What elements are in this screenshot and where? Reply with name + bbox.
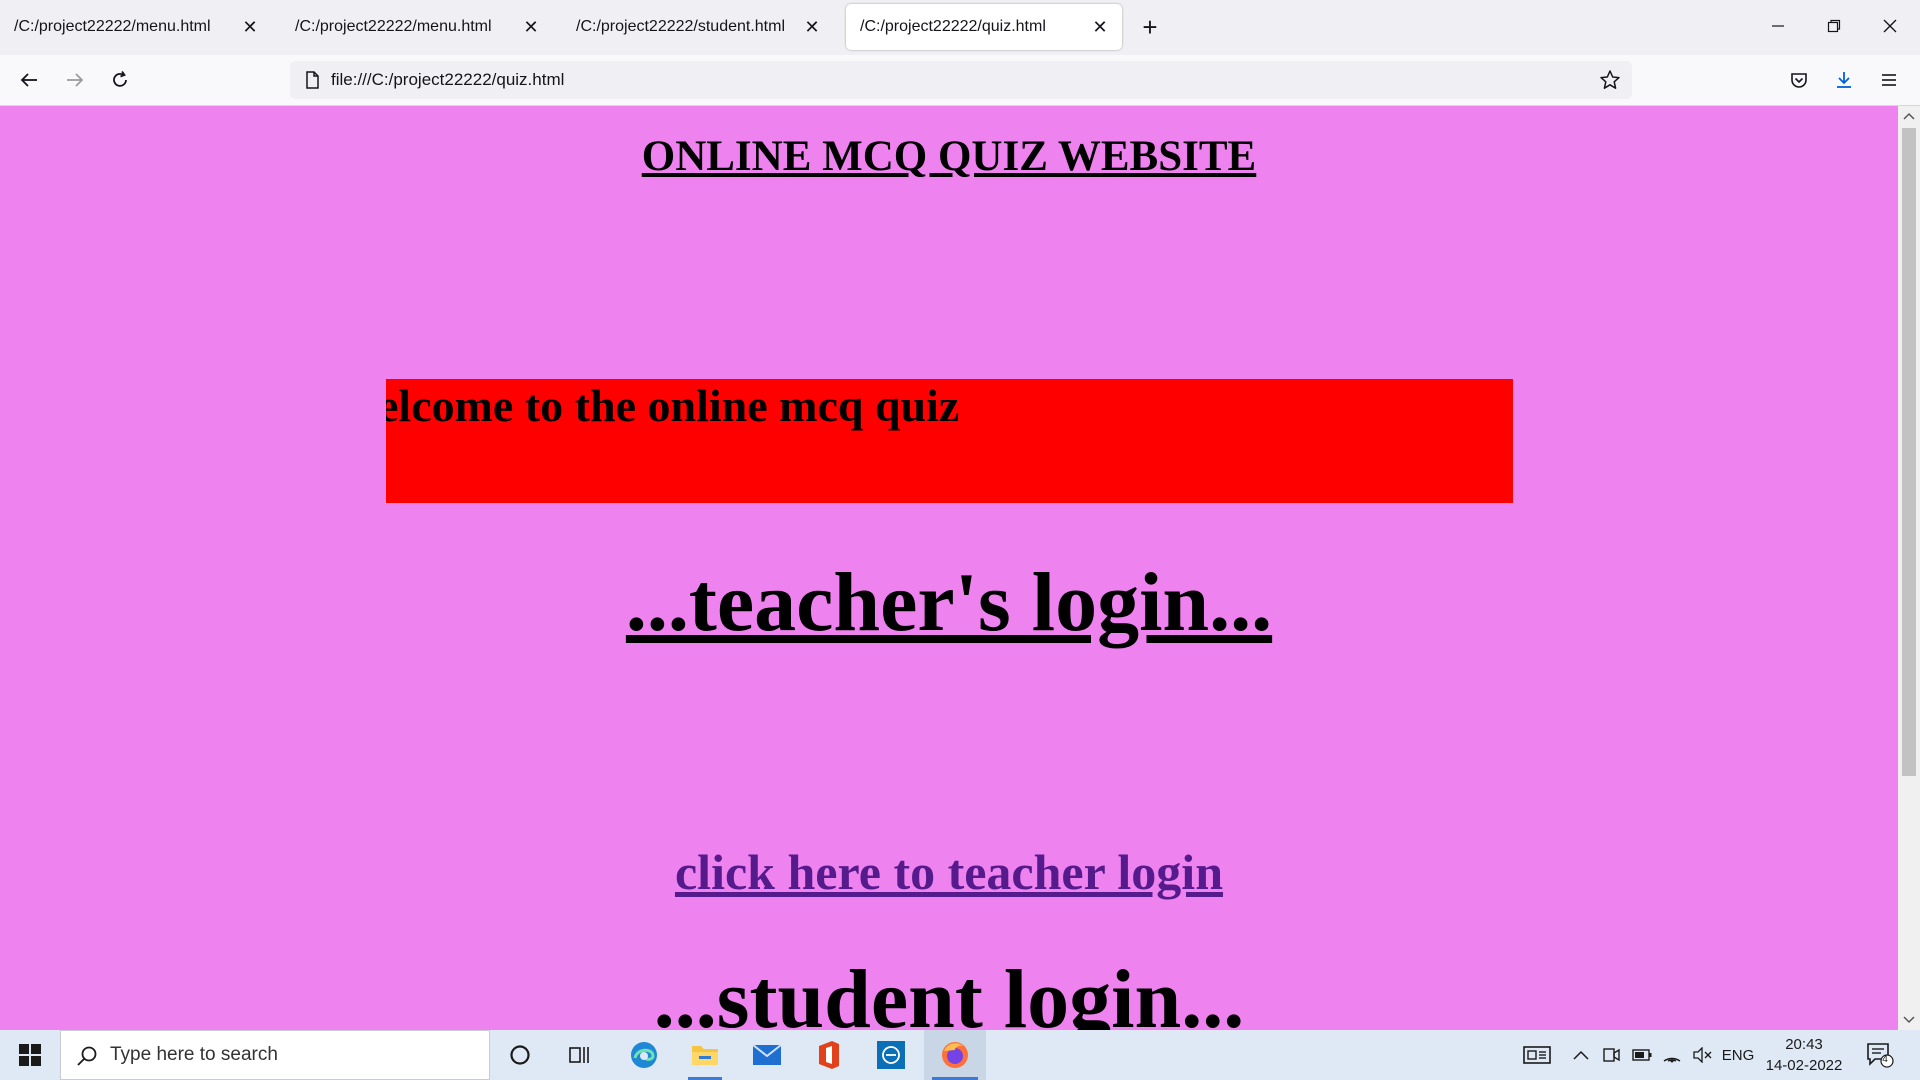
tab-title: /C:/project22222/menu.html xyxy=(295,18,492,35)
firefox-icon[interactable] xyxy=(924,1030,986,1080)
url-text[interactable]: file:///C:/project22222/quiz.html xyxy=(331,70,564,90)
scroll-up-icon[interactable] xyxy=(1898,106,1920,126)
page-viewport: ONLINE MCQ QUIZ WEBSITE elcome to the on… xyxy=(0,106,1898,1030)
cortana-icon[interactable] xyxy=(496,1030,544,1080)
taskbar-clock[interactable]: 20:43 14-02-2022 xyxy=(1764,1034,1844,1076)
restore-icon[interactable] xyxy=(1812,8,1856,44)
vertical-scrollbar[interactable] xyxy=(1898,106,1920,1030)
taskbar-search-input[interactable]: Type here to search xyxy=(60,1030,490,1080)
url-bar[interactable]: file:///C:/project22222/quiz.html xyxy=(290,61,1632,99)
menu-hamburger-icon[interactable] xyxy=(1872,63,1906,97)
navigation-bar: file:///C:/project22222/quiz.html xyxy=(0,55,1920,106)
search-icon xyxy=(77,1046,97,1066)
notification-center-icon[interactable]: 4 xyxy=(1860,1030,1900,1080)
tab-menu-2[interactable]: /C:/project22222/menu.html ✕ xyxy=(281,4,553,50)
close-icon[interactable]: ✕ xyxy=(238,15,262,39)
dell-app-icon[interactable] xyxy=(866,1030,916,1080)
tab-strip: /C:/project22222/menu.html ✕ /C:/project… xyxy=(0,0,1920,55)
input-language[interactable]: ENG xyxy=(1718,1030,1758,1080)
notification-count-badge: 4 xyxy=(1882,1054,1888,1065)
show-hidden-icons-chevron-icon[interactable] xyxy=(1568,1030,1594,1080)
teacher-login-heading: ...teacher's login... xyxy=(625,556,1273,649)
marquee-text: elcome to the online mcq quiz xyxy=(386,380,960,431)
tab-title: /C:/project22222/menu.html xyxy=(14,18,211,35)
close-icon[interactable]: ✕ xyxy=(519,15,543,39)
news-widget-icon[interactable] xyxy=(1516,1030,1558,1080)
welcome-marquee: elcome to the online mcq quiz xyxy=(386,379,1513,503)
close-icon[interactable]: ✕ xyxy=(1088,15,1112,39)
clock-time: 20:43 xyxy=(1785,1036,1823,1053)
student-login-heading: ...student login... xyxy=(653,953,1245,1030)
volume-muted-icon[interactable] xyxy=(1688,1030,1716,1080)
tab-title: /C:/project22222/student.html xyxy=(576,18,786,35)
battery-icon[interactable] xyxy=(1628,1030,1656,1080)
tab-quiz[interactable]: /C:/project22222/quiz.html ✕ xyxy=(846,4,1122,50)
download-icon[interactable] xyxy=(1827,63,1861,97)
windows-taskbar: Type here to search ENG 20:43 14-02-2022… xyxy=(0,1030,1920,1080)
scroll-down-icon[interactable] xyxy=(1898,1010,1920,1030)
back-arrow-icon[interactable] xyxy=(12,63,46,97)
tab-menu-1[interactable]: /C:/project22222/menu.html ✕ xyxy=(0,4,272,50)
task-view-icon[interactable] xyxy=(556,1030,604,1080)
page-title: ONLINE MCQ QUIZ WEBSITE xyxy=(641,133,1257,180)
tab-student[interactable]: /C:/project22222/student.html ✕ xyxy=(562,4,834,50)
windows-start-icon[interactable] xyxy=(0,1030,60,1080)
edge-browser-icon[interactable] xyxy=(619,1030,669,1080)
bookmark-star-icon[interactable] xyxy=(1596,66,1624,94)
close-icon[interactable]: ✕ xyxy=(800,15,824,39)
minimize-icon[interactable] xyxy=(1756,8,1800,44)
meet-now-icon[interactable] xyxy=(1598,1030,1624,1080)
close-window-icon[interactable] xyxy=(1868,8,1912,44)
pocket-icon[interactable] xyxy=(1782,63,1816,97)
page-icon xyxy=(306,71,319,89)
tab-title: /C:/project22222/quiz.html xyxy=(860,18,1046,35)
office-icon[interactable] xyxy=(804,1030,854,1080)
clock-date: 14-02-2022 xyxy=(1765,1057,1843,1074)
wifi-icon[interactable] xyxy=(1658,1030,1686,1080)
scrollbar-thumb[interactable] xyxy=(1902,128,1916,776)
teacher-login-link[interactable]: click here to teacher login xyxy=(0,843,1898,901)
search-placeholder: Type here to search xyxy=(110,1044,278,1065)
plus-icon[interactable]: + xyxy=(1136,12,1164,42)
mail-icon[interactable] xyxy=(742,1030,792,1080)
reload-icon[interactable] xyxy=(103,63,137,97)
file-explorer-icon[interactable] xyxy=(680,1030,730,1080)
forward-arrow-icon[interactable] xyxy=(58,63,92,97)
